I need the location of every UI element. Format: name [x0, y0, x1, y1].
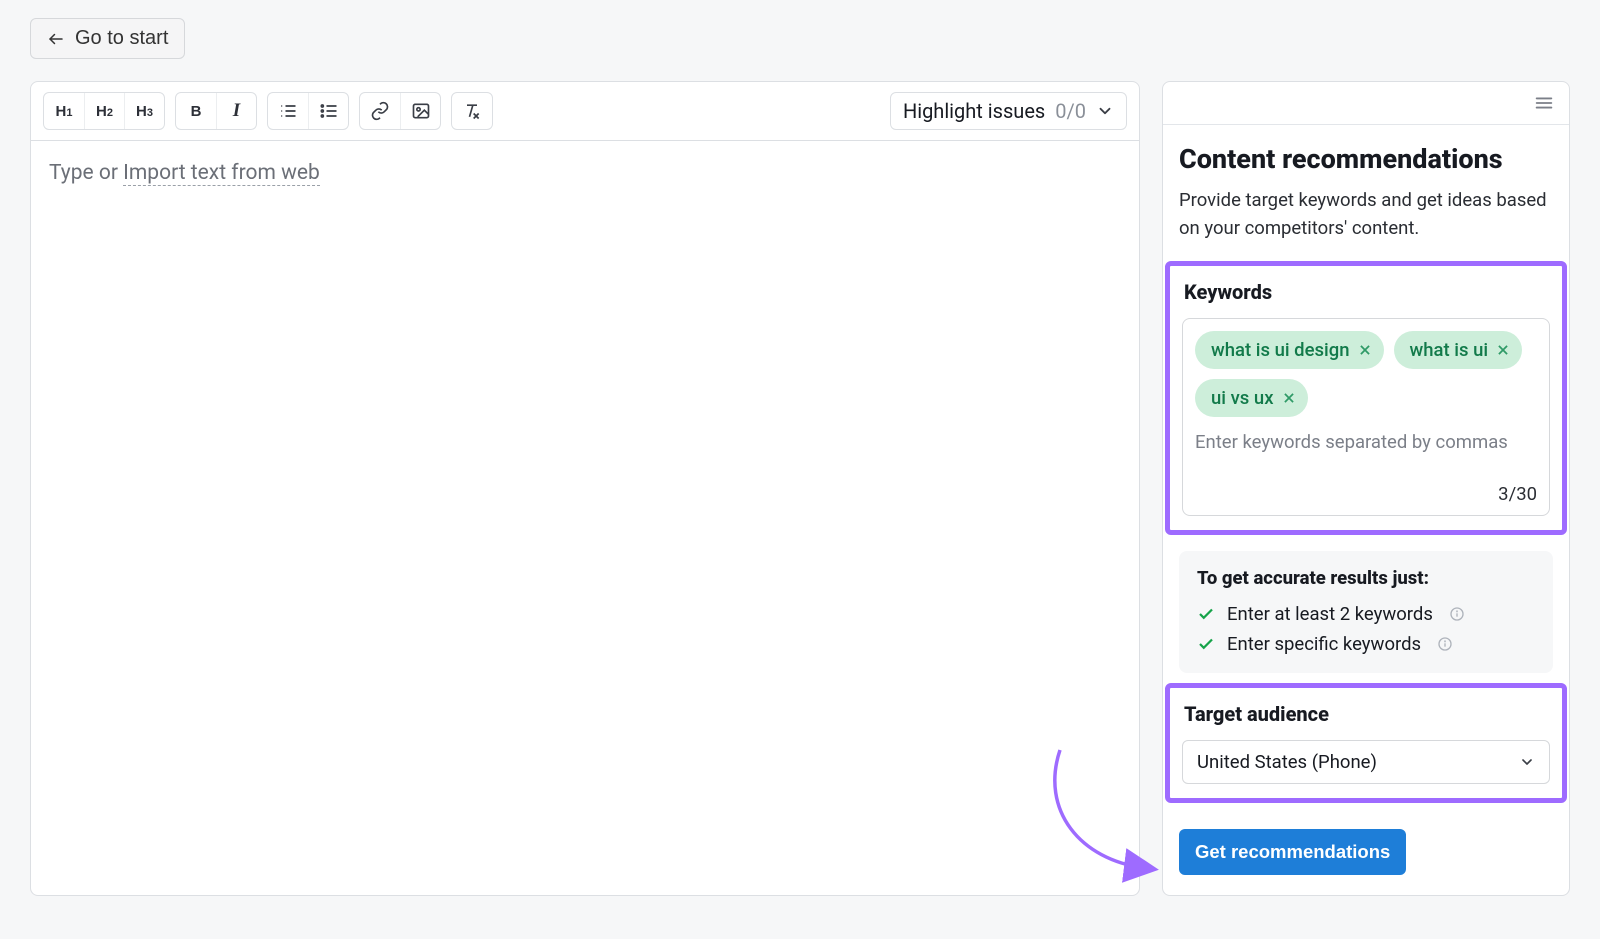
clear-format-button[interactable]: [452, 93, 492, 129]
h1-button[interactable]: H1: [44, 93, 84, 129]
ordered-list-icon: [278, 101, 298, 121]
chevron-down-icon: [1519, 754, 1535, 770]
editor-toolbar: H1 H2 H3 B I: [31, 82, 1139, 141]
image-icon: [411, 101, 431, 121]
recommendations-panel: Content recommendations Provide target k…: [1162, 81, 1570, 896]
info-icon[interactable]: [1449, 606, 1465, 622]
ordered-list-button[interactable]: [268, 93, 308, 129]
keyword-chip: what is ui design: [1195, 331, 1384, 369]
go-to-start-button[interactable]: Go to start: [30, 18, 185, 59]
link-button[interactable]: [360, 93, 400, 129]
info-icon[interactable]: [1437, 636, 1453, 652]
clear-format-icon: [462, 101, 482, 121]
h3-button[interactable]: H3: [124, 93, 164, 129]
remove-keyword-icon[interactable]: [1282, 391, 1296, 405]
remove-keyword-icon[interactable]: [1358, 343, 1372, 357]
keyword-chip: ui vs ux: [1195, 379, 1308, 417]
heading-group: H1 H2 H3: [43, 92, 165, 130]
tip-row: Enter specific keywords: [1197, 633, 1535, 655]
import-text-link[interactable]: Import text from web: [123, 161, 320, 186]
keyword-chip: what is ui: [1394, 331, 1523, 369]
highlight-issues-label: Highlight issues: [903, 99, 1045, 123]
keywords-section: Keywords what is ui design what is ui: [1165, 261, 1567, 535]
editor-placeholder-pre: Type or: [49, 161, 123, 185]
image-button[interactable]: [400, 93, 440, 129]
highlight-issues-count: 0/0: [1055, 99, 1086, 123]
tip-text: Enter specific keywords: [1227, 633, 1421, 655]
list-group: [267, 92, 349, 130]
unordered-list-button[interactable]: [308, 93, 348, 129]
h2-button[interactable]: H2: [84, 93, 124, 129]
arrow-left-icon: [47, 30, 65, 48]
highlight-issues-dropdown[interactable]: Highlight issues 0/0: [890, 92, 1127, 130]
clear-group: [451, 92, 493, 130]
editor-panel: H1 H2 H3 B I: [30, 81, 1140, 896]
tip-text: Enter at least 2 keywords: [1227, 603, 1433, 625]
keywords-label: Keywords: [1182, 280, 1550, 304]
unordered-list-icon: [319, 101, 339, 121]
editor-body[interactable]: Type or Import text from web: [31, 141, 1139, 895]
keyword-chip-label: what is ui: [1410, 339, 1489, 361]
keywords-input[interactable]: what is ui design what is ui ui vs ux: [1182, 318, 1550, 516]
italic-button[interactable]: I: [216, 93, 256, 129]
keyword-chip-label: ui vs ux: [1211, 387, 1274, 409]
check-icon: [1197, 605, 1215, 623]
audience-label: Target audience: [1182, 702, 1550, 726]
format-group: B I: [175, 92, 257, 130]
remove-keyword-icon[interactable]: [1496, 343, 1510, 357]
insert-group: [359, 92, 441, 130]
keyword-chip-label: what is ui design: [1211, 339, 1350, 361]
keyword-chips: what is ui design what is ui ui vs ux: [1195, 331, 1537, 417]
tips-title: To get accurate results just:: [1197, 567, 1535, 589]
recommendations-title: Content recommendations: [1179, 143, 1553, 175]
go-to-start-label: Go to start: [75, 27, 168, 50]
get-recommendations-button[interactable]: Get recommendations: [1179, 829, 1406, 875]
audience-value: United States (Phone): [1197, 751, 1377, 773]
recommendations-subtitle: Provide target keywords and get ideas ba…: [1179, 187, 1553, 243]
menu-icon[interactable]: [1533, 92, 1555, 114]
audience-select[interactable]: United States (Phone): [1182, 740, 1550, 784]
link-icon: [370, 101, 390, 121]
tips-box: To get accurate results just: Enter at l…: [1179, 551, 1553, 673]
audience-section: Target audience United States (Phone): [1165, 683, 1567, 803]
tip-row: Enter at least 2 keywords: [1197, 603, 1535, 625]
chevron-down-icon: [1096, 102, 1114, 120]
keywords-placeholder: Enter keywords separated by commas: [1195, 431, 1537, 453]
check-icon: [1197, 635, 1215, 653]
keywords-count: 3/30: [1195, 483, 1537, 505]
bold-button[interactable]: B: [176, 93, 216, 129]
